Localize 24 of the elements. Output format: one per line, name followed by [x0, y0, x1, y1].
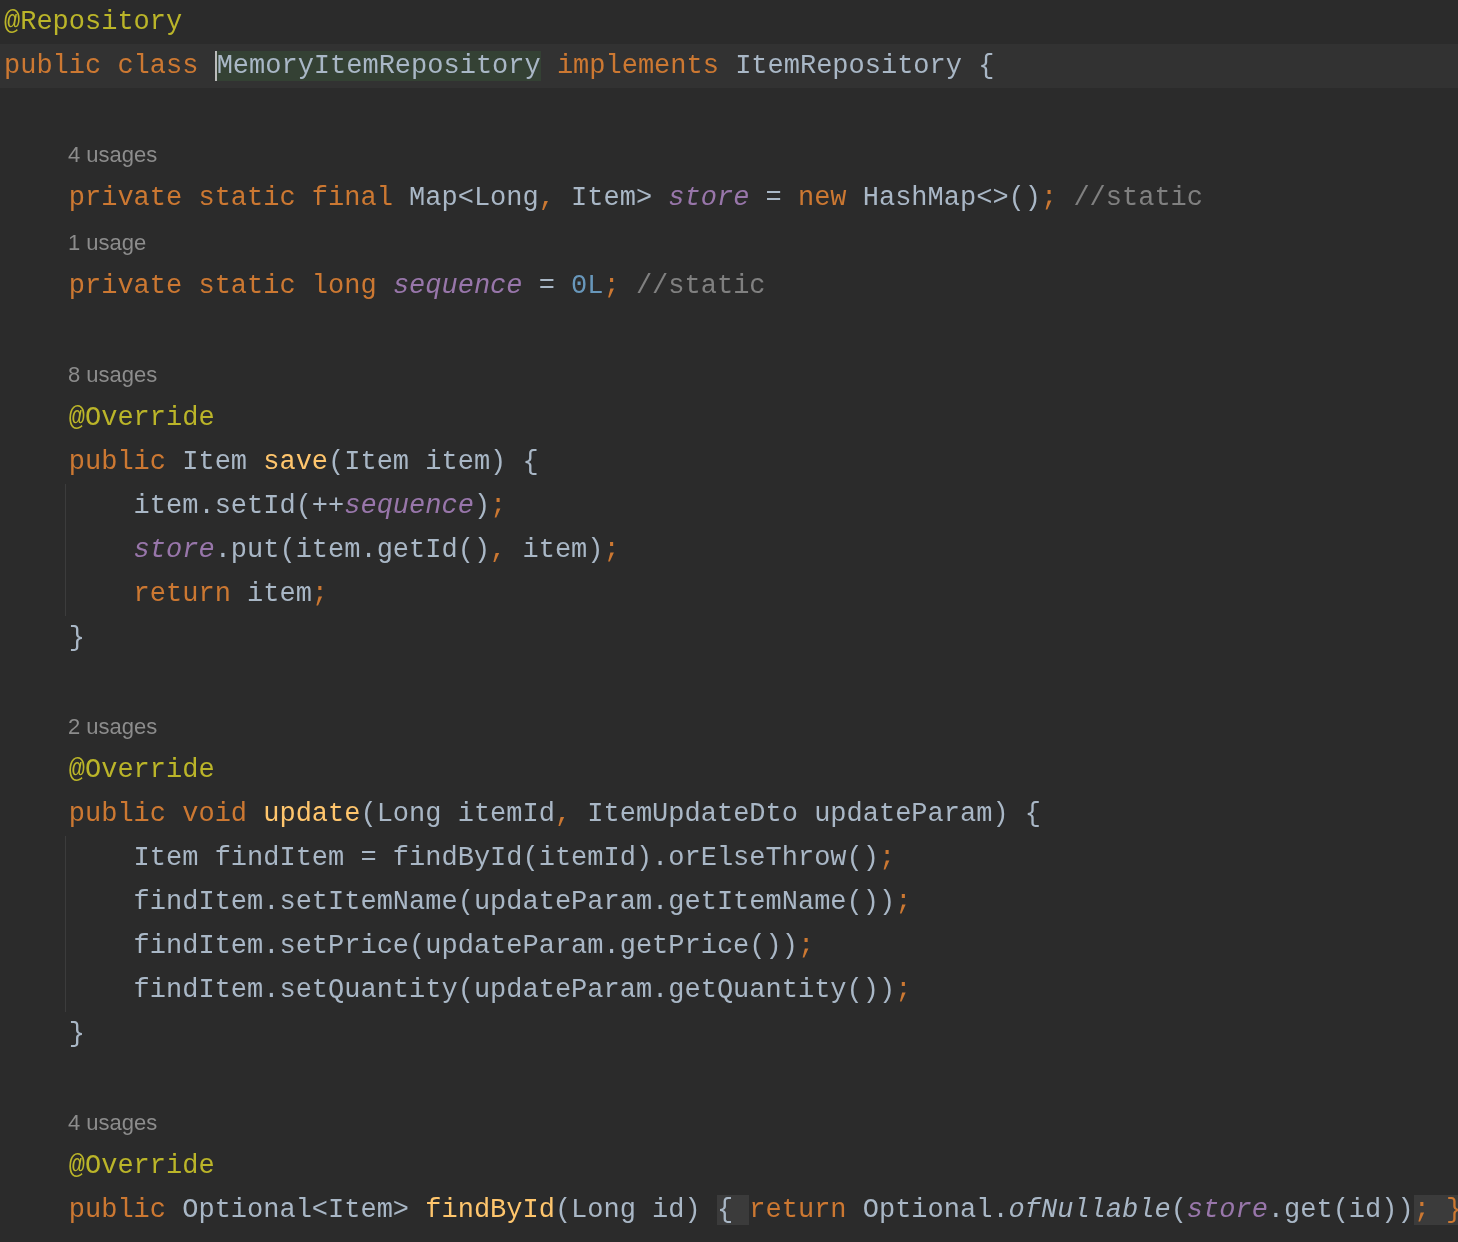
code-line: findItem.setItemName(updateParam.getItemName());: [132, 886, 912, 919]
code-line: @Override: [67, 1150, 215, 1183]
code-line: findItem.setPrice(updateParam.getPrice());: [132, 930, 815, 963]
usages-hint[interactable]: 4 usages: [68, 137, 158, 171]
code-line: public class MemoryItemRepository implements ItemRepository {: [4, 50, 995, 83]
code-line: item.setId(++sequence);: [132, 490, 507, 523]
code-line: Item findItem = findById(itemId).orElseThrow();: [132, 842, 896, 875]
code-line: private static final Map<Long, Item> store = new HashMap<>(); //static: [67, 182, 1204, 215]
usages-hint[interactable]: 2 usages: [68, 709, 158, 743]
usages-hint[interactable]: 1 usage: [68, 225, 147, 259]
usages-hint[interactable]: 4 usages: [68, 1105, 158, 1139]
code-line: }: [67, 1018, 85, 1051]
usages-hint[interactable]: 8 usages: [68, 357, 158, 391]
code-line: }: [67, 622, 85, 655]
code-line: return item;: [132, 578, 329, 611]
code-line: @Override: [67, 402, 215, 435]
code-line: findItem.setQuantity(updateParam.getQuantity());: [132, 974, 912, 1007]
code-line: public Item save(Item item) {: [67, 446, 539, 479]
code-editor[interactable]: [0, 0, 1458, 1242]
code-line: store.put(item.getId(), item);: [132, 534, 620, 567]
code-line: public void update(Long itemId, ItemUpdateDto updateParam) {: [67, 798, 1041, 831]
code-line: @Override: [67, 754, 215, 787]
code-line: @Repository: [4, 6, 183, 39]
code-line: private static long sequence = 0L; //static: [67, 270, 766, 303]
